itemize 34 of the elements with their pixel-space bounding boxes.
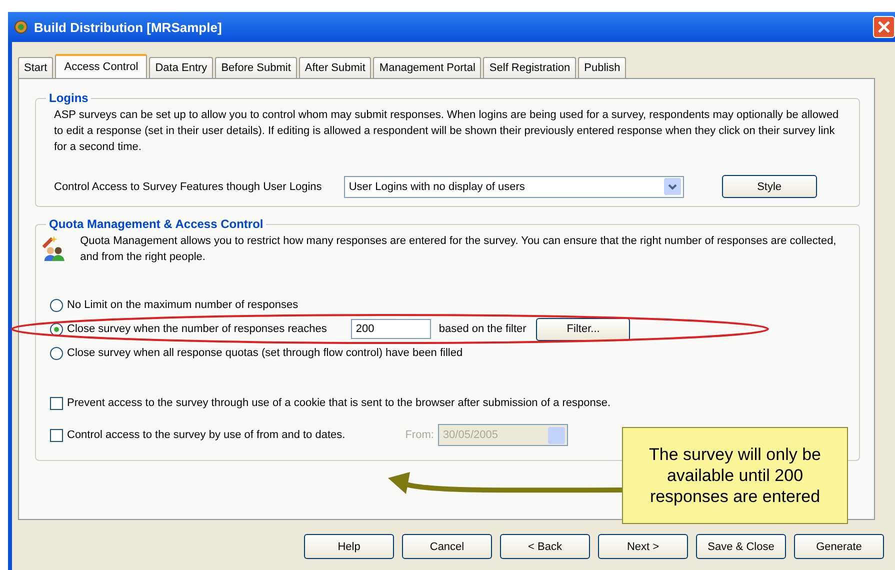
close-button[interactable]	[873, 16, 895, 38]
dialog-button[interactable]: Save & Close	[696, 534, 786, 559]
filter-button[interactable]: Filter...	[536, 318, 630, 340]
dialog-button[interactable]: < Back	[500, 534, 590, 559]
quota-description: Quota Management allows you to restrict how many responses are entered for the survey. You can ensure that the right number of responses are collected, and from the right people.	[80, 234, 838, 265]
radio-option[interactable]: No Limit on the maximum number of responses	[50, 295, 298, 315]
group-title: Logins	[48, 91, 90, 105]
group-title: Quota Management & Access Control	[48, 217, 264, 231]
logins-dropdown[interactable]: User Logins with no display of users	[344, 176, 684, 198]
tab[interactable]: Access Control	[55, 54, 148, 78]
field-label: based on the filter	[438, 323, 526, 335]
dialog-button[interactable]: Generate	[794, 534, 884, 559]
field-label: Control Access to Survey Features though User Logins	[54, 180, 322, 192]
window-title: Build Distribution [MRSample]	[34, 20, 222, 34]
tab[interactable]: Publish	[578, 57, 626, 78]
tab[interactable]: Before Submit	[215, 57, 297, 78]
app-icon	[14, 20, 28, 34]
field-label: From:	[405, 429, 434, 441]
response-limit-field[interactable]: 200	[350, 319, 431, 339]
tab[interactable]: Management Portal	[373, 57, 482, 78]
radio-option[interactable]: Close survey when the number of responses reaches	[50, 319, 327, 339]
tab[interactable]: Start	[18, 57, 54, 78]
dialog-button[interactable]: Next >	[598, 534, 688, 559]
dialog-button[interactable]: Help	[304, 534, 394, 559]
tab[interactable]: After Submit	[298, 57, 372, 78]
checkbox-option[interactable]: Prevent access to the survey through use of a cookie that is sent to the browser after submission of a response.	[50, 393, 611, 413]
radio-option[interactable]: Close survey when all response quotas (set through flow control) have been filled	[50, 343, 463, 363]
tab[interactable]: Data Entry	[149, 57, 214, 78]
logins-description: ASP surveys can be set up to allow you to control whom may submit responses. When logins are being used for a survey, respondents may optionally be allowed to edit a response (set in their user details). If editing is allowed a respondent will be shown their previously entered response when they click on their survey link for a second time.	[54, 108, 840, 155]
tab[interactable]: Self Registration	[483, 57, 576, 78]
dialog-button[interactable]: Cancel	[402, 534, 492, 559]
callout-note: The survey will only be available until 200 responses are entered	[622, 427, 848, 524]
style-button[interactable]: Style	[722, 175, 817, 198]
checkbox-option[interactable]: Control access to the survey by use of from and to dates.	[50, 425, 346, 445]
